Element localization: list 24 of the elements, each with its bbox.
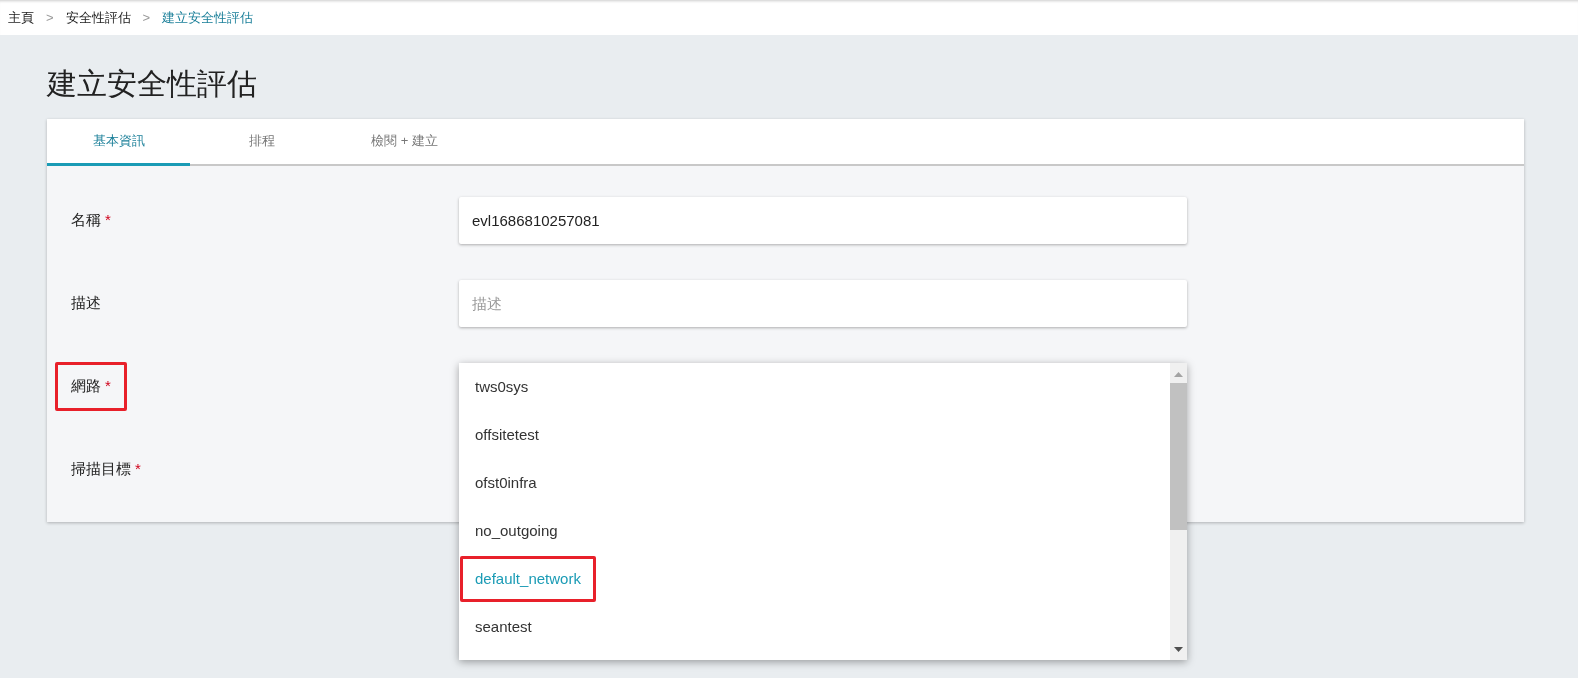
dropdown-option[interactable]: tws0sys bbox=[460, 375, 544, 399]
dropdown-option[interactable]: offsitetest bbox=[460, 423, 554, 447]
breadcrumb-link[interactable]: 建立安全性評估 bbox=[162, 7, 254, 28]
text-input[interactable]: evl1686810257081 bbox=[459, 197, 1187, 244]
dropdown-option[interactable]: no_outgoing bbox=[460, 519, 573, 543]
scrollbar-thumb[interactable] bbox=[1170, 383, 1187, 530]
tab[interactable]: 排程 bbox=[190, 119, 333, 166]
breadcrumb-link[interactable]: 主頁 bbox=[8, 7, 34, 28]
breadcrumb-separator: > bbox=[46, 8, 54, 27]
dropdown-option[interactable]: ofst0infra bbox=[460, 471, 552, 495]
scroll-up-icon[interactable] bbox=[1174, 372, 1183, 377]
scroll-down-icon[interactable] bbox=[1174, 647, 1183, 652]
scrollbar[interactable] bbox=[1170, 363, 1187, 660]
breadcrumb-separator: > bbox=[142, 8, 151, 27]
tab[interactable]: 檢閱 + 建立 bbox=[333, 119, 476, 166]
page-title: 建立安全性評估 bbox=[47, 65, 258, 102]
field-label: 描述 bbox=[71, 293, 101, 314]
field-label: 掃描目標 * bbox=[71, 459, 141, 480]
dropdown-option[interactable]: seantest bbox=[460, 615, 547, 639]
text-input[interactable]: 描述 bbox=[459, 280, 1187, 327]
tab[interactable]: 基本資訊 bbox=[47, 119, 190, 166]
breadcrumb-link[interactable]: 安全性評估 bbox=[65, 7, 131, 28]
field-label: 網路 * bbox=[55, 362, 127, 411]
field-label: 名稱 * bbox=[71, 210, 111, 231]
